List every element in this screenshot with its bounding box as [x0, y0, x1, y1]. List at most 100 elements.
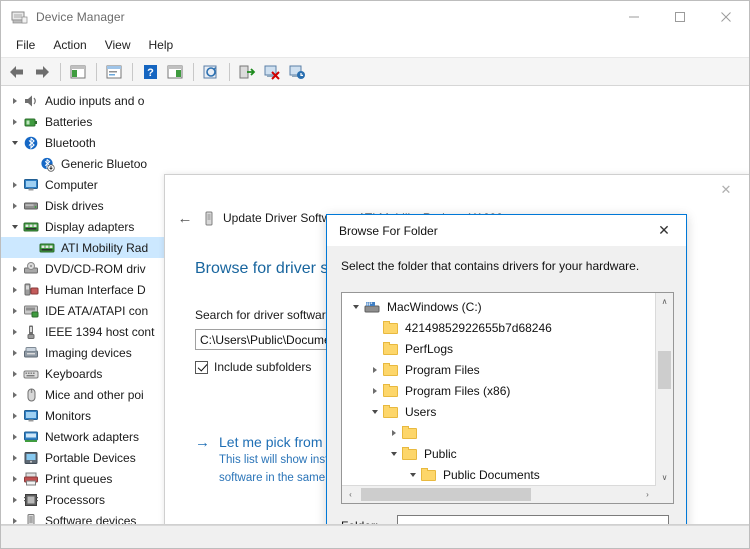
tree-expander[interactable] [7, 282, 23, 298]
chevron-down-icon[interactable] [12, 140, 18, 145]
chevron-down-icon[interactable] [372, 409, 378, 414]
folder-expander[interactable] [367, 383, 383, 399]
tree-expander[interactable] [7, 324, 23, 340]
chevron-down-icon[interactable] [410, 472, 416, 477]
tree-expander[interactable] [7, 177, 23, 193]
maximize-button[interactable] [657, 1, 703, 33]
folder-tree-row[interactable]: Program Files (x86) [342, 380, 656, 401]
folder-expander[interactable] [405, 467, 421, 483]
tree-expander[interactable] [7, 198, 23, 214]
chevron-right-icon[interactable] [13, 307, 17, 314]
folder-tree-row[interactable]: Users [342, 401, 656, 422]
tree-expander[interactable] [7, 114, 23, 130]
device-tree-label: Imaging devices [45, 345, 132, 360]
tree-expander[interactable] [7, 387, 23, 403]
chevron-right-icon[interactable] [392, 429, 396, 436]
tree-expander[interactable] [7, 492, 23, 508]
chevron-right-icon[interactable] [13, 433, 17, 440]
folder-tree-row[interactable]: MacWindows (C:) [342, 296, 656, 317]
scroll-right-button[interactable]: › [639, 486, 656, 503]
device-tree-row[interactable]: Bluetooth [1, 132, 749, 153]
chevron-right-icon[interactable] [13, 181, 17, 188]
tree-expander[interactable] [7, 93, 23, 109]
uninstall-device-button[interactable] [235, 60, 259, 83]
folder-expander[interactable] [367, 362, 383, 378]
chevron-right-icon[interactable] [13, 517, 17, 524]
chevron-right-icon[interactable] [13, 265, 17, 272]
folder-tree-row[interactable] [342, 422, 656, 443]
device-tree-row[interactable]: Batteries [1, 111, 749, 132]
chevron-right-icon[interactable] [373, 366, 377, 373]
device-tree-label: Processors [45, 492, 106, 507]
show-hide-console-tree-button[interactable] [66, 60, 90, 83]
dialog-close-button[interactable]: ✕ [644, 215, 684, 246]
menu-view[interactable]: View [96, 35, 140, 55]
chevron-right-icon[interactable] [373, 387, 377, 394]
folder-expander[interactable] [367, 404, 383, 420]
show-hide-action-pane-button[interactable] [163, 60, 187, 83]
horizontal-scroll-thumb[interactable] [361, 488, 531, 501]
device-tree-row[interactable]: Audio inputs and o [1, 90, 749, 111]
content-area: Audio inputs and o Batteries Bluetooth Gene… [1, 86, 749, 525]
folder-tree-row[interactable]: Public Documents [342, 464, 656, 485]
folder-tree-row[interactable]: Public [342, 443, 656, 464]
folder-expander[interactable] [386, 446, 402, 462]
vertical-scroll-thumb[interactable] [658, 351, 671, 389]
chevron-right-icon[interactable] [13, 328, 17, 335]
vertical-scrollbar[interactable]: ∧ ∨ [655, 293, 673, 486]
chevron-right-icon[interactable] [13, 349, 17, 356]
chevron-right-icon[interactable] [13, 391, 17, 398]
chevron-right-icon[interactable] [13, 370, 17, 377]
chevron-right-icon[interactable] [13, 97, 17, 104]
menu-action[interactable]: Action [44, 35, 95, 55]
back-button[interactable] [5, 60, 29, 83]
horizontal-scrollbar[interactable]: ‹ › [342, 485, 656, 503]
chevron-right-icon[interactable] [13, 202, 17, 209]
scroll-up-button[interactable]: ∧ [656, 293, 673, 310]
folder-expander[interactable] [386, 425, 402, 441]
tree-expander[interactable] [7, 135, 23, 151]
forward-button[interactable] [30, 60, 54, 83]
scroll-left-button[interactable]: ‹ [342, 486, 359, 503]
chevron-right-icon[interactable] [13, 286, 17, 293]
chevron-right-icon[interactable] [13, 412, 17, 419]
help-button[interactable]: ? [138, 60, 162, 83]
chevron-down-icon[interactable] [391, 451, 397, 456]
tree-expander[interactable] [7, 366, 23, 382]
tree-expander[interactable] [7, 513, 23, 525]
chevron-down-icon[interactable] [353, 304, 359, 309]
menu-file[interactable]: File [7, 35, 44, 55]
update-driver-button[interactable] [199, 60, 223, 83]
chevron-right-icon[interactable] [13, 475, 17, 482]
minimize-button[interactable] [611, 1, 657, 33]
folder-tree-row[interactable]: 42149852922655b7d68246 [342, 317, 656, 338]
include-subfolders-checkbox[interactable] [195, 360, 208, 374]
folder-expander[interactable] [348, 299, 364, 315]
folder-tree[interactable]: MacWindows (C:) 42149852922655b7d68246 Per… [342, 293, 656, 486]
chevron-down-icon[interactable] [12, 224, 18, 229]
scan-for-hardware-changes-button[interactable] [285, 60, 309, 83]
disable-device-button[interactable] [260, 60, 284, 83]
menu-help[interactable]: Help [140, 35, 183, 55]
wizard-close-button[interactable]: ✕ [706, 177, 746, 203]
device-tree-row[interactable]: Generic Bluetoo [1, 153, 749, 174]
folder-input[interactable] [397, 515, 669, 524]
tree-expander[interactable] [7, 345, 23, 361]
properties-button[interactable] [102, 60, 126, 83]
tree-expander[interactable] [7, 471, 23, 487]
tree-expander[interactable] [7, 408, 23, 424]
folder-tree-row[interactable]: PerfLogs [342, 338, 656, 359]
folder-tree-row[interactable]: Program Files [342, 359, 656, 380]
chevron-right-icon[interactable] [13, 454, 17, 461]
scroll-down-button[interactable]: ∨ [656, 469, 673, 486]
menu-bar: File Action View Help [1, 33, 749, 58]
tree-expander[interactable] [7, 219, 23, 235]
tree-expander[interactable] [7, 429, 23, 445]
chevron-right-icon[interactable] [13, 496, 17, 503]
wizard-back-button[interactable]: ← [174, 207, 196, 229]
close-button[interactable] [703, 1, 749, 33]
chevron-right-icon[interactable] [13, 118, 17, 125]
tree-expander[interactable] [7, 261, 23, 277]
tree-expander[interactable] [7, 450, 23, 466]
tree-expander[interactable] [7, 303, 23, 319]
